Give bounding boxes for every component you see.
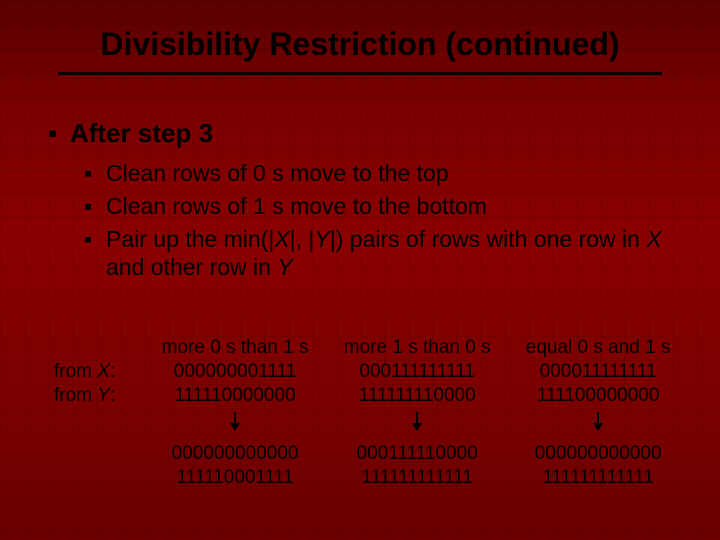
cell: 000111110000 [326,442,508,466]
bullet-square-icon: ▪ [84,192,106,221]
output-row-1: 000000000000 000111110000 000000000000 [48,442,688,466]
down-arrow-icon [597,412,599,430]
cell: 000011111111 [508,360,688,384]
cell: 111110001111 [144,466,326,490]
bullet-level2: ▪Clean rows of 1 s move to the bottom [84,192,680,221]
input-row-y: from Y: 111110000000 111111110000 111100… [48,384,688,408]
title-underline [58,72,662,75]
bullet-level1: ▪After step 3 [48,118,680,149]
cell: 000000000000 [144,442,326,466]
col-header: more 1 s than 0 s [326,336,508,360]
cell: 000000000000 [508,442,688,466]
slide: Divisibility Restriction (continued) ▪Af… [0,0,720,540]
cell: 111111111111 [508,466,688,490]
header-row: more 0 s than 1 s more 1 s than 0 s equa… [48,336,688,360]
bullet-level2: ▪Pair up the min(|X|, |Y|) pairs of rows… [84,225,680,283]
bullet-level1-text: After step 3 [70,118,213,148]
down-arrow-icon [234,412,236,430]
bullet-level2-text: Clean rows of 0 s move to the top [106,159,666,188]
down-arrow-icon [416,412,418,430]
arrow-row [48,408,688,442]
cell: 111110000000 [144,384,326,408]
slide-title: Divisibility Restriction (continued) [0,26,720,63]
cell: 000000001111 [144,360,326,384]
bullet-level2: ▪Clean rows of 0 s move to the top [84,159,680,188]
example-table: more 0 s than 1 s more 1 s than 0 s equa… [48,336,688,490]
bullet-square-icon: ▪ [84,225,106,254]
bullet-square-icon: ▪ [84,159,106,188]
output-row-2: 111110001111 111111111111 111111111111 [48,466,688,490]
bullet-level2-text: Clean rows of 1 s move to the bottom [106,192,666,221]
row-label: from X: [48,360,144,384]
col-header: more 0 s than 1 s [144,336,326,360]
col-header: equal 0 s and 1 s [508,336,688,360]
cell: 111111110000 [326,384,508,408]
cell: 000111111111 [326,360,508,384]
input-row-x: from X: 000000001111 000111111111 000011… [48,360,688,384]
bullet-square-icon: ▪ [48,118,70,149]
cell: 111100000000 [508,384,688,408]
content-area: ▪After step 3 ▪Clean rows of 0 s move to… [48,118,680,286]
bullet-level2-text: Pair up the min(|X|, |Y|) pairs of rows … [106,225,666,283]
row-label: from Y: [48,384,144,408]
cell: 111111111111 [326,466,508,490]
